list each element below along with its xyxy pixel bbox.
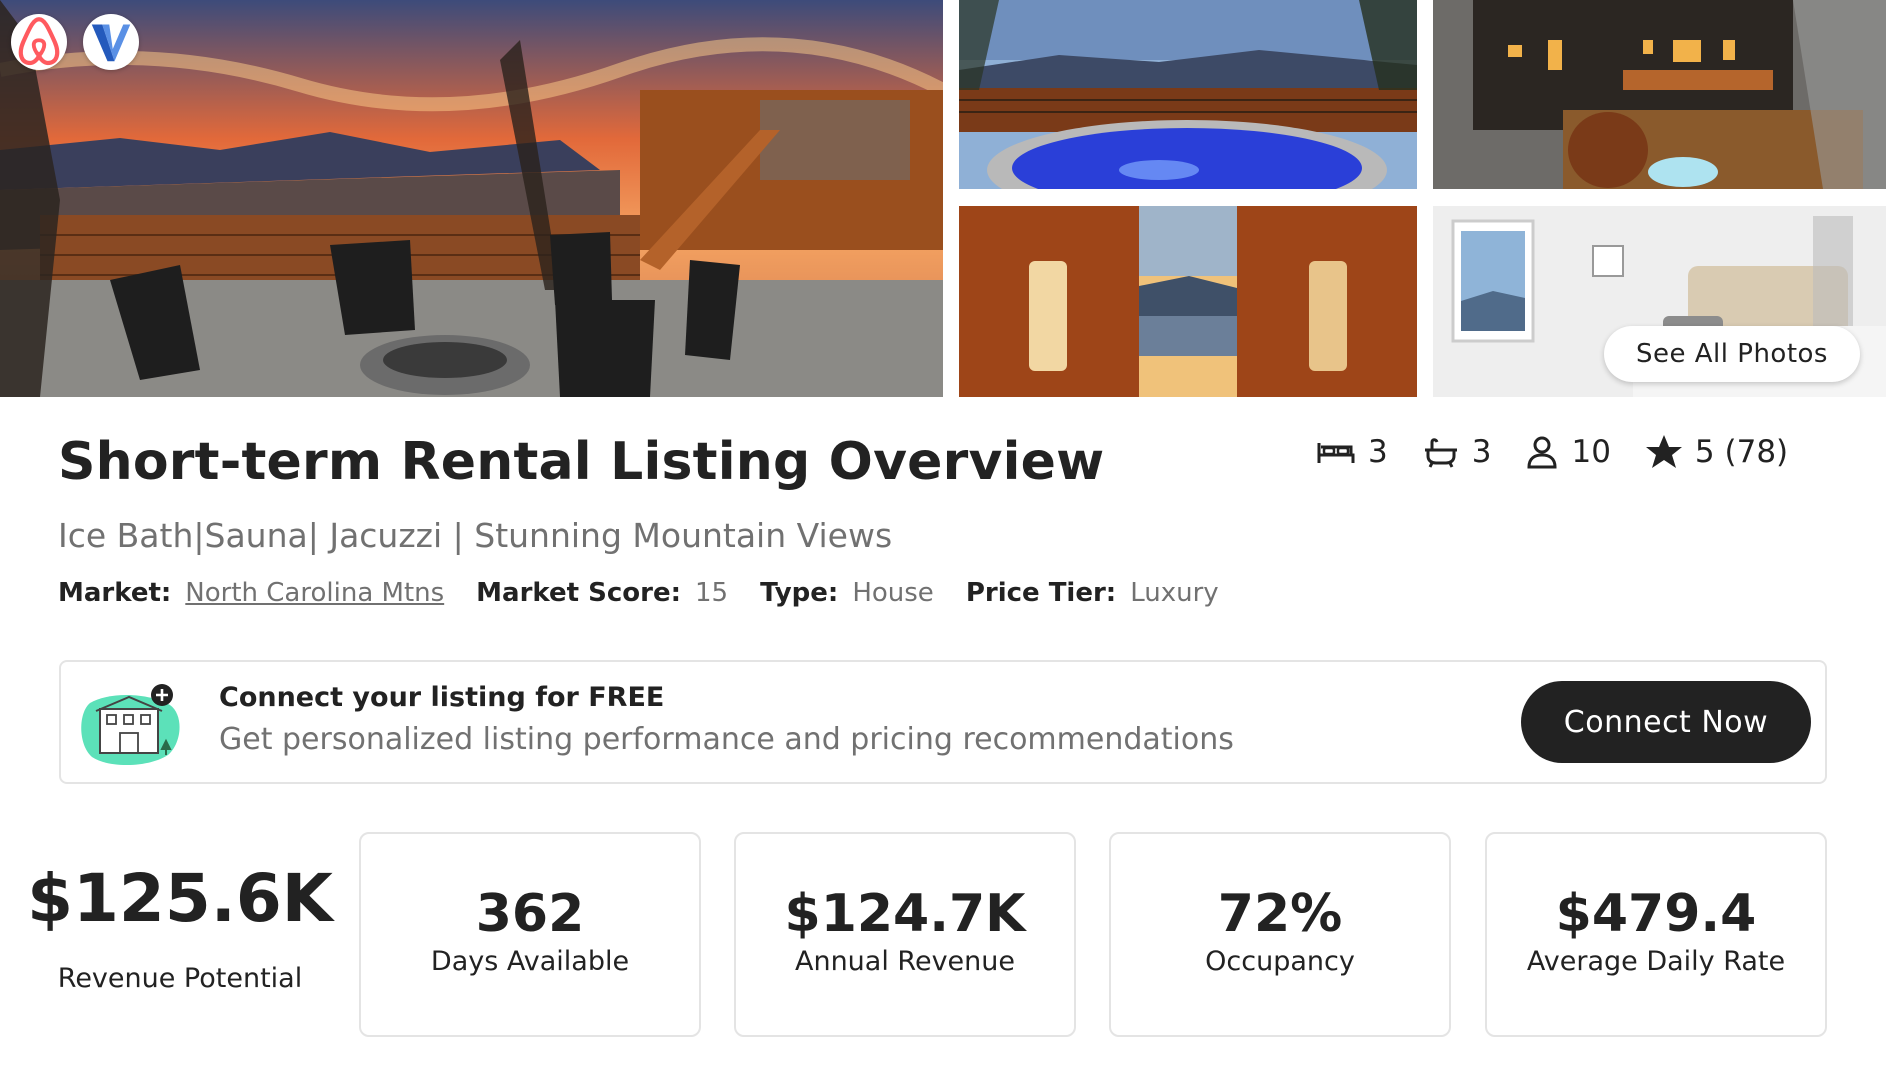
connect-now-button[interactable]: Connect Now: [1521, 681, 1811, 763]
guests-count: 10: [1571, 434, 1611, 470]
bed-icon: [1317, 443, 1355, 463]
days-available-card: 362 Days Available: [359, 832, 701, 1037]
listing-meta: Market: North Carolina Mtns Market Score…: [58, 578, 1251, 608]
days-available-value: 362: [475, 884, 585, 944]
listing-subtitle: Ice Bath|Sauna| Jacuzzi | Stunning Mount…: [58, 516, 893, 555]
connect-description: Get personalized listing performance and…: [219, 722, 1234, 757]
listing-stats: 3 3 10 5 (78): [1316, 434, 1788, 470]
revenue-potential: $125.6K Revenue Potential: [20, 860, 340, 994]
hot-tub-image: [959, 0, 1417, 189]
sauna-interior-photo[interactable]: [959, 206, 1417, 397]
market-score-value: 15: [694, 578, 729, 608]
connect-listing-banner: Connect your listing for FREE Get person…: [59, 660, 1827, 784]
price-tier-label: Price Tier:: [965, 578, 1117, 608]
days-available-label: Days Available: [430, 946, 630, 977]
house-exterior-photo[interactable]: [1433, 0, 1886, 189]
star-icon: [1645, 435, 1682, 468]
page-title: Short-term Rental Listing Overview: [58, 432, 1105, 492]
market-score-label: Market Score:: [476, 578, 681, 608]
occupancy-label: Occupancy: [1205, 946, 1355, 977]
type-value: House: [852, 578, 934, 608]
annual-revenue-label: Annual Revenue: [794, 946, 1016, 977]
bathrooms-count: 3: [1471, 434, 1492, 470]
bathtub-icon: [1424, 438, 1457, 468]
market-link[interactable]: North Carolina Mtns: [185, 578, 444, 608]
annual-revenue-value: $124.7K: [784, 884, 1026, 944]
airbnb-logo-icon[interactable]: [11, 14, 67, 70]
vrbo-logo-icon[interactable]: [83, 14, 139, 70]
market-label: Market:: [58, 578, 172, 608]
annual-revenue-card: $124.7K Annual Revenue: [734, 832, 1076, 1037]
rating-stat: 5 (78): [1645, 434, 1788, 470]
average-daily-rate-value: $479.4: [1555, 884, 1757, 944]
house-exterior-image: [1433, 0, 1886, 189]
connect-heading: Connect your listing for FREE: [219, 682, 665, 713]
bedrooms-count: 3: [1368, 434, 1388, 470]
type-label: Type:: [760, 578, 839, 608]
price-tier-value: Luxury: [1130, 578, 1219, 608]
bedrooms-stat: 3: [1316, 434, 1388, 470]
occupancy-card: 72% Occupancy: [1109, 832, 1451, 1037]
building-add-icon: [81, 684, 180, 766]
hot-tub-photo[interactable]: [959, 0, 1417, 189]
occupancy-value: 72%: [1217, 884, 1343, 944]
guests-stat: 10: [1525, 434, 1611, 470]
person-icon: [1527, 436, 1557, 469]
deck-firepit-photo: [0, 0, 943, 397]
revenue-potential-label: Revenue Potential: [57, 963, 303, 994]
see-all-photos-button[interactable]: See All Photos: [1604, 326, 1860, 382]
sauna-interior-image: [959, 206, 1417, 397]
main-listing-photo[interactable]: [0, 0, 943, 397]
rating-value: 5 (78): [1694, 434, 1789, 470]
bathrooms-stat: 3: [1422, 434, 1492, 470]
average-daily-rate-card: $479.4 Average Daily Rate: [1485, 832, 1827, 1037]
revenue-potential-value: $125.6K: [27, 860, 333, 937]
average-daily-rate-label: Average Daily Rate: [1526, 946, 1786, 977]
